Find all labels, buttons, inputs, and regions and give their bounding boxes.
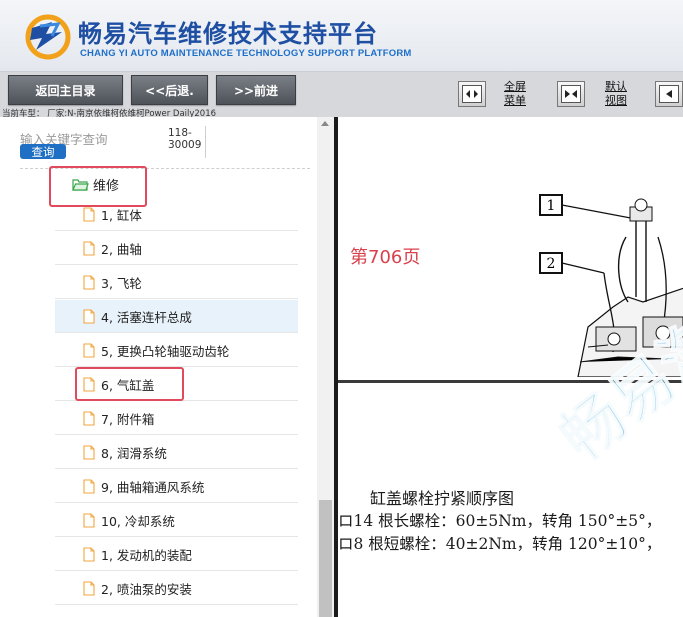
document-icon — [83, 512, 95, 528]
document-icon — [83, 206, 95, 222]
diagram-title: 缸盖螺栓拧紧顺序图 — [370, 489, 515, 508]
expand-icon — [462, 85, 482, 103]
spec-line-long-bolts: ロ14 根长螺栓：60±5Nm，转角 150°±5°， — [338, 512, 662, 530]
fullscreen-menu-link[interactable]: 全屏 菜单 — [504, 80, 526, 108]
document-icon — [83, 444, 95, 460]
tree-item-label: 1, 缸体 — [101, 207, 142, 223]
document-icon — [83, 342, 95, 358]
panel-toggle-button[interactable] — [655, 81, 683, 107]
tree-item-label: 5, 更换凸轮轴驱动齿轮 — [101, 343, 230, 359]
toolbar: 返回主目录 <<后退. >>前进 全屏 菜单 默认 视图 当前车型： 厂家:N-… — [0, 72, 683, 119]
fullscreen-label-line1: 全屏 — [504, 80, 526, 93]
tree-item[interactable]: 7, 附件箱 — [55, 402, 298, 435]
model-code: 118- 30009 — [168, 127, 201, 151]
document-icon — [83, 274, 95, 290]
search-button[interactable]: 查询 — [20, 144, 66, 159]
default-view-label-line2: 视图 — [605, 94, 627, 107]
catalog-sidebar: 输入关键字查询 查询 118- 30009 维修 1, 缸体 2, 曲轴 3, 飞轮… — [0, 117, 334, 617]
document-icon — [83, 410, 95, 426]
tree-item[interactable]: 1, 缸体 — [55, 198, 298, 231]
tree-item[interactable]: 8, 润滑系统 — [55, 436, 298, 469]
tree-item-label: 4, 活塞连杆总成 — [101, 309, 192, 325]
changyi-logo — [25, 14, 71, 60]
app-subtitle: CHANG YI AUTO MAINTENANCE TECHNOLOGY SUP… — [80, 48, 412, 59]
document-icon — [83, 240, 95, 256]
fullscreen-toggle-button[interactable] — [458, 81, 486, 107]
scroll-up-arrow-icon[interactable] — [321, 121, 329, 126]
app-header: 畅易汽车维修技术支持平台 CHANG YI AUTO MAINTENANCE T… — [0, 0, 683, 72]
tree-item-label: 1, 发动机的装配 — [101, 547, 192, 563]
model-code-line2: 30009 — [168, 139, 202, 151]
tree-item-label: 2, 曲轴 — [101, 241, 142, 257]
sidebar-scrollbar[interactable] — [317, 117, 334, 617]
app-title: 畅易汽车维修技术支持平台 — [78, 20, 378, 48]
default-view-link[interactable]: 默认 视图 — [605, 80, 627, 108]
tree-item-label: 2, 喷油泵的安装 — [101, 581, 192, 597]
tree-item[interactable]: 4, 活塞连杆总成 — [55, 300, 298, 333]
tree-item[interactable]: 1, 发动机的装配 — [55, 538, 298, 571]
tree-item[interactable]: 5, 更换凸轮轴驱动齿轮 — [55, 334, 298, 367]
document-icon — [83, 308, 95, 324]
tree-item[interactable]: 3, 飞轮 — [55, 266, 298, 299]
fullscreen-label-line2: 菜单 — [504, 94, 526, 107]
forward-button[interactable]: >>前进 — [216, 75, 296, 105]
panel-icon — [659, 85, 679, 103]
tree-item[interactable]: 10, 冷却系统 — [55, 504, 298, 537]
page-number: 第706页 — [350, 247, 421, 268]
tree-item-label: 10, 冷却系统 — [101, 513, 175, 529]
document-icon — [83, 546, 95, 562]
back-button[interactable]: <<后退. — [131, 75, 208, 105]
highlight-box — [75, 367, 184, 401]
document-icon — [83, 580, 95, 596]
home-button[interactable]: 返回主目录 — [8, 75, 123, 105]
document-icon — [83, 478, 95, 494]
tree-item-label: 7, 附件箱 — [101, 411, 155, 427]
document-viewer: 1 2 第706页 畅易汽 缸盖螺栓拧紧顺序图 ロ14 根长螺栓：60±5Nm，… — [334, 117, 683, 617]
tree-item[interactable]: 2, 喷油泵的安装 — [55, 572, 298, 605]
callout-2: 2 — [547, 256, 556, 272]
split-view-icon — [561, 85, 581, 103]
tree-item[interactable]: 9, 曲轴箱通风系统 — [55, 470, 298, 503]
default-view-toggle-button[interactable] — [557, 81, 585, 107]
scrollbar-thumb[interactable] — [319, 500, 332, 617]
default-view-label-line1: 默认 — [605, 80, 627, 93]
spec-line-short-bolts: ロ8 根短螺栓：40±2Nm，转角 120°±10°， — [338, 535, 662, 553]
tree-item-label: 8, 润滑系统 — [101, 445, 167, 461]
callout-1: 1 — [547, 198, 556, 214]
tree-item[interactable]: 2, 曲轴 — [55, 232, 298, 265]
divider — [205, 126, 206, 158]
model-code-line1: 118- — [168, 127, 192, 139]
tree-item-label: 3, 飞轮 — [101, 275, 142, 291]
tree-item-label: 9, 曲轴箱通风系统 — [101, 479, 205, 495]
